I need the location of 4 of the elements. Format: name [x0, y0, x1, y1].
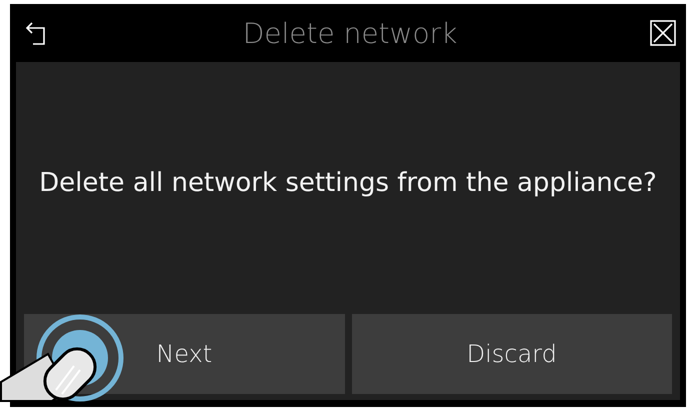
dialog-button[interactable]: Discard	[352, 314, 672, 394]
confirmation-message: Delete all network settings from the appliance?	[39, 168, 657, 198]
close-icon[interactable]	[650, 20, 676, 46]
window-title: Delete network	[242, 16, 458, 50]
